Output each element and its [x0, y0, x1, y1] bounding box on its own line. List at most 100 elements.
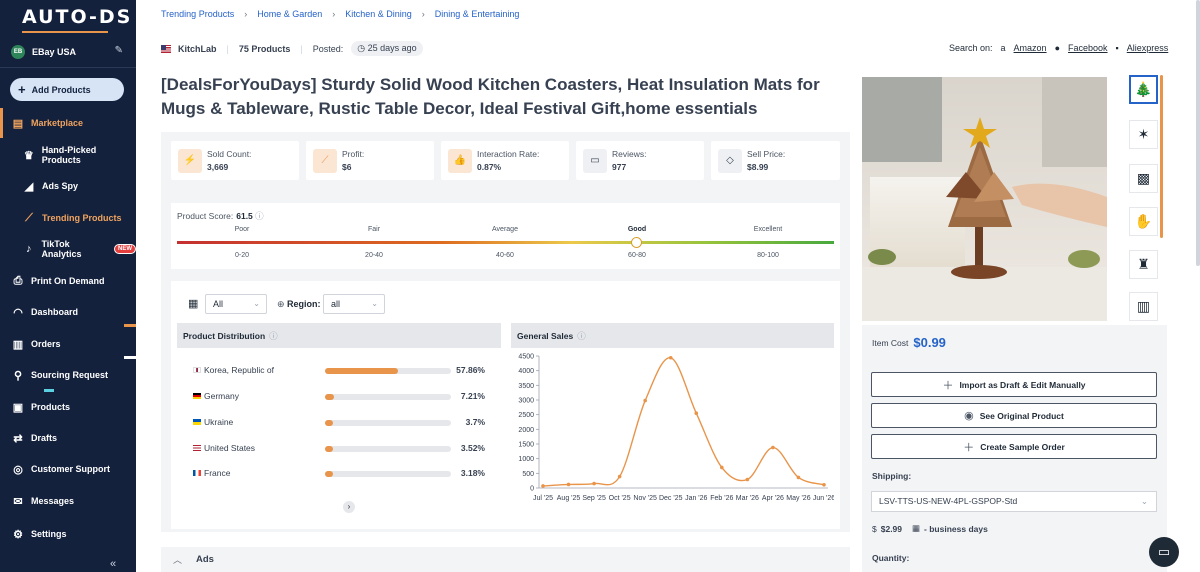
breadcrumb-link[interactable]: Dining & Entertaining: [435, 9, 520, 19]
logo-underline: [22, 31, 108, 33]
add-products-button[interactable]: + Add Products: [10, 78, 124, 101]
sidebar-item-drafts[interactable]: ⇄ Drafts: [0, 427, 136, 449]
general-sales-chart: 0 500 1000 1500 2000 2500 3000 3500 4000 4500 Jul …: [518, 354, 834, 503]
region-label: ⊕ Region:: [277, 299, 321, 310]
product-title: [DealsForYouDays] Sturdy Solid Wood Kitc…: [161, 75, 820, 118]
sidebar-item-tiktok[interactable]: ♪ TikTok Analytics NEW: [0, 238, 136, 260]
amazon-link[interactable]: Amazon: [1014, 43, 1047, 53]
shipping-cost: $2.99: [880, 523, 903, 534]
thumbnail[interactable]: ▥: [1129, 292, 1158, 321]
stat-label: Sell Price:: [747, 149, 786, 159]
autods-logo[interactable]: AUTO-DS: [22, 6, 132, 28]
score-level-poor: Poor: [234, 226, 250, 233]
posted-label: Posted:: [312, 43, 344, 54]
edit-store-icon[interactable]: ✎: [115, 45, 123, 56]
thumbnail[interactable]: ✶: [1129, 120, 1158, 149]
sidebar-item-label: Marketplace: [31, 118, 84, 128]
distribution-bar: [325, 394, 451, 400]
dollar-icon: $: [872, 523, 877, 534]
store-selector[interactable]: EB EBay USA ✎: [0, 36, 136, 68]
france-flag-icon: [193, 470, 201, 476]
germany-flag-icon: [193, 393, 201, 399]
sidebar-item-trending[interactable]: ⟋ Trending Products: [0, 207, 136, 229]
thumbnail[interactable]: ♜: [1129, 250, 1158, 279]
region-select-value: all: [331, 299, 341, 309]
sales-title: General Sales: [517, 330, 574, 341]
product-main-image[interactable]: [862, 77, 1107, 321]
sidebar-item-customer-support[interactable]: ◎ Customer Support: [0, 458, 136, 480]
us-flag-icon: [161, 44, 171, 53]
see-original-product-button[interactable]: ◉ See Original Product: [871, 403, 1157, 428]
item-cost-label: Item Cost: [872, 337, 909, 348]
stat-value: 3,669: [207, 162, 229, 172]
breadcrumb-link[interactable]: Home & Garden: [257, 9, 322, 19]
create-sample-order-button[interactable]: ＋ Create Sample Order: [871, 434, 1157, 459]
period-select[interactable]: All ⌄: [205, 294, 267, 314]
sales-data-point: [643, 398, 647, 403]
info-icon[interactable]: ⓘ: [577, 330, 586, 342]
sidebar-item-label: Dashboard: [31, 307, 79, 317]
distribution-bar: [325, 420, 451, 426]
distribution-percent: 3.52%: [460, 443, 485, 453]
thumbnail[interactable]: 🎄: [1129, 75, 1158, 104]
country-name: Ukraine: [193, 417, 233, 427]
bolt-icon: ⚡: [178, 148, 202, 173]
period-select-value: All: [213, 299, 224, 309]
seller-name[interactable]: KitchLab: [178, 44, 217, 54]
sales-data-point: [668, 355, 673, 360]
sidebar-item-messages[interactable]: ✉ Messages: [0, 490, 136, 512]
score-marker: [631, 237, 642, 248]
page-scrollbar[interactable]: [1196, 0, 1200, 266]
chat-support-button[interactable]: ▭: [1149, 537, 1179, 567]
globe-icon: ⊕: [277, 299, 288, 309]
import-draft-button[interactable]: ＋ Import as Draft & Edit Manually: [871, 372, 1157, 397]
breadcrumb-link[interactable]: Kitchen & Dining: [345, 9, 412, 19]
sidebar-item-products[interactable]: ▣ Products: [0, 396, 136, 418]
sidebar-item-label: Drafts: [31, 433, 58, 443]
chevron-right-icon: ›: [421, 9, 425, 19]
score-level-good: Good: [627, 226, 647, 233]
score-range: 20-40: [365, 252, 383, 259]
thumbnail-scrollbar[interactable]: [1160, 75, 1163, 238]
sidebar-item-dashboard[interactable]: ◠ Dashboard: [0, 301, 136, 323]
chevron-up-icon[interactable]: ︿: [173, 553, 182, 566]
info-icon[interactable]: ⓘ: [269, 330, 278, 342]
aliexpress-link[interactable]: Aliexpress: [1127, 43, 1169, 53]
sidebar-item-marketplace[interactable]: ▤ Marketplace: [0, 112, 136, 134]
breadcrumb: Trending Products › Home & Garden › Kitche…: [161, 9, 519, 19]
divider: |: [300, 43, 303, 54]
country-name: Korea, Republic of: [193, 365, 274, 375]
create-sample-label: Create Sample Order: [980, 441, 1065, 452]
country-label: Germany: [204, 391, 239, 401]
aliexpress-icon: ▪: [1115, 43, 1119, 53]
sidebar-item-label: Customer Support: [31, 464, 111, 474]
shipping-method-select[interactable]: LSV-TTS-US-NEW-4PL-GSPOP-Std ⌄: [871, 491, 1157, 512]
plus-icon: ＋: [942, 379, 954, 392]
sidebar-item-ads-spy[interactable]: ◢ Ads Spy: [0, 175, 136, 197]
sidebar-item-sourcing-request[interactable]: ⚲ Sourcing Request: [0, 364, 136, 386]
collapse-sidebar-icon[interactable]: «: [110, 558, 116, 570]
stat-value: 977: [612, 162, 627, 172]
sidebar: AUTO-DS EB EBay USA ✎ + Add Products ▤ Mar…: [0, 0, 136, 572]
info-icon[interactable]: ⓘ: [255, 211, 264, 221]
region-select[interactable]: all ⌄: [323, 294, 385, 314]
thumbnail[interactable]: ✋: [1129, 207, 1158, 236]
facebook-link[interactable]: Facebook: [1068, 43, 1108, 53]
sidebar-item-print-on-demand[interactable]: ⎙ Print On Demand: [0, 270, 136, 292]
menu-accent-mark: [124, 324, 136, 327]
score-range: 60-80: [628, 252, 646, 259]
quantity-label: Quantity:: [872, 553, 910, 563]
country-name: United States: [193, 443, 255, 453]
next-page-button[interactable]: ›: [343, 501, 355, 513]
stat-sell-price: ◇ Sell Price: $8.99: [711, 141, 840, 180]
sidebar-item-hand-picked[interactable]: ♛ Hand-Picked Products: [0, 144, 136, 166]
sidebar-item-label: Ads Spy: [42, 181, 79, 191]
breadcrumb-link[interactable]: Trending Products: [161, 9, 234, 19]
ads-section[interactable]: ︿ Ads: [161, 547, 850, 572]
sidebar-item-orders[interactable]: ▥ Orders: [0, 333, 136, 355]
thumbnail[interactable]: ▩: [1129, 164, 1158, 193]
store-name: EBay USA: [32, 46, 77, 57]
distribution-row: Ukraine 3.7%: [193, 417, 493, 431]
x-tick-label: Apr '26: [762, 495, 784, 502]
sidebar-item-settings[interactable]: ⚙ Settings: [0, 523, 136, 545]
